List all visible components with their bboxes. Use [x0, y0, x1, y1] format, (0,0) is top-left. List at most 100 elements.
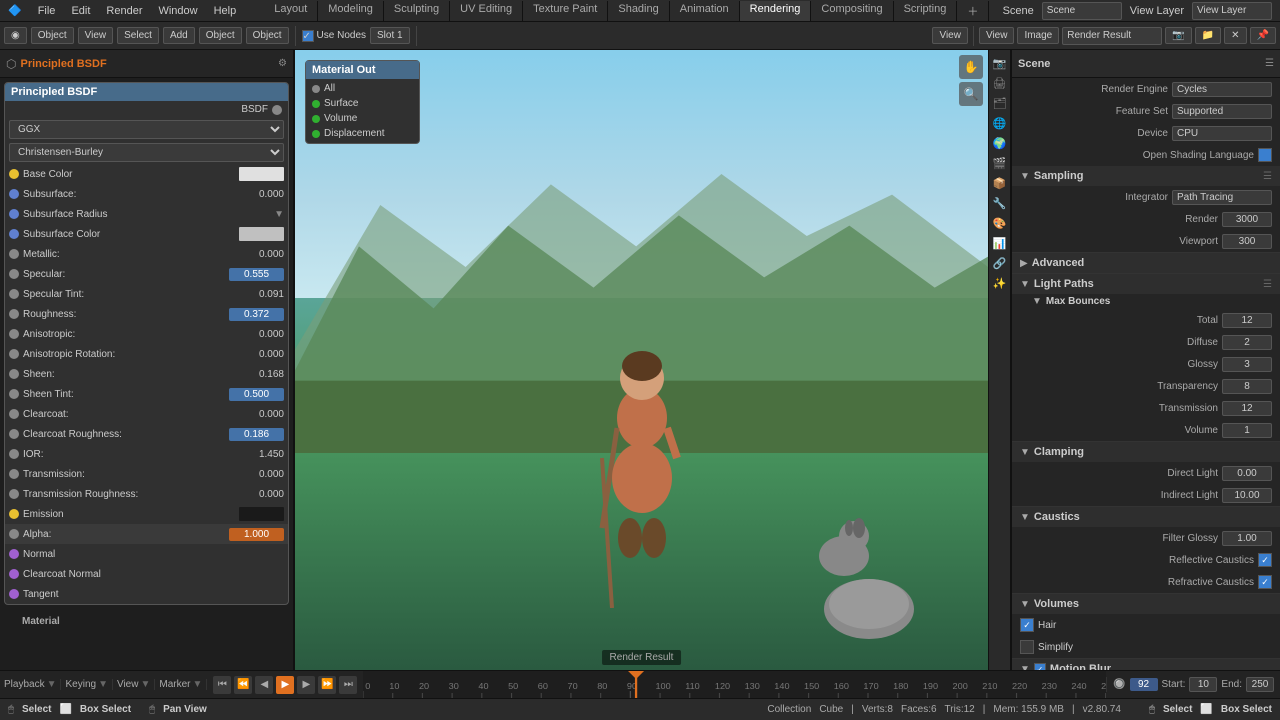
prev-keyframe-btn[interactable]: ⏪	[234, 676, 252, 694]
volume-bounces-value[interactable]: 1	[1222, 423, 1272, 438]
transparency-bounces-value[interactable]: 8	[1222, 379, 1272, 394]
tab-modeling[interactable]: Modeling	[318, 1, 384, 21]
view-dropdown-btn[interactable]: View	[932, 27, 968, 44]
prop-normal[interactable]: Normal	[5, 544, 288, 564]
properties-menu-icon[interactable]: ☰	[1265, 58, 1274, 69]
play-btn[interactable]: ▶	[276, 676, 294, 694]
object-properties-icon[interactable]: 📦	[991, 174, 1009, 192]
tab-shading[interactable]: Shading	[608, 1, 669, 21]
tab-compositing[interactable]: Compositing	[811, 1, 893, 21]
tab-rendering[interactable]: Rendering	[740, 1, 812, 21]
tab-layout[interactable]: Layout	[264, 1, 318, 21]
menu-help[interactable]: Help	[206, 3, 245, 19]
camera-btn[interactable]: 📷	[1165, 27, 1191, 44]
total-bounces-value[interactable]: 12	[1222, 313, 1272, 328]
prop-sheen-tint[interactable]: Sheen Tint: 0.500	[5, 384, 288, 404]
reflective-caustics-checkbox[interactable]: ✓	[1258, 553, 1272, 567]
hair-checkbox[interactable]: ✓	[1020, 618, 1034, 632]
use-nodes-toggle[interactable]: ✓ Use Nodes	[302, 30, 366, 42]
marker-label[interactable]: Marker	[159, 679, 190, 690]
render-samples-value[interactable]: 3000	[1222, 212, 1272, 227]
direct-light-value[interactable]: 0.00	[1222, 466, 1272, 481]
prop-sheen[interactable]: Sheen: 0.168	[5, 364, 288, 384]
prop-metallic[interactable]: Metallic: 0.000	[5, 244, 288, 264]
timeline-view-label[interactable]: View	[117, 679, 139, 690]
view-btn2[interactable]: View	[979, 27, 1015, 44]
simplify-checkbox[interactable]	[1020, 640, 1034, 654]
menu-edit[interactable]: Edit	[63, 3, 98, 19]
glossy-bounces-value[interactable]: 3	[1222, 357, 1272, 372]
filter-glossy-value[interactable]: 1.00	[1222, 531, 1272, 546]
prop-transmission[interactable]: Transmission: 0.000	[5, 464, 288, 484]
diffuse-bounces-value[interactable]: 2	[1222, 335, 1272, 350]
transmission-bounces-value[interactable]: 12	[1222, 401, 1272, 416]
prop-emission[interactable]: Emission	[5, 504, 288, 524]
roughness-slider[interactable]: 0.372	[229, 308, 284, 321]
sheen-tint-slider[interactable]: 0.500	[229, 388, 284, 401]
current-frame-display[interactable]: 92	[1130, 678, 1158, 691]
prop-ior[interactable]: IOR: 1.450	[5, 444, 288, 464]
use-nodes-checkbox[interactable]: ✓	[302, 30, 314, 42]
prev-frame-btn[interactable]: ◀	[255, 676, 273, 694]
image-btn[interactable]: Image	[1017, 27, 1059, 44]
data-properties-icon[interactable]: 📊	[991, 234, 1009, 252]
tab-scripting[interactable]: Scripting	[894, 1, 958, 21]
tab-add[interactable]: ＋	[957, 1, 989, 21]
clamping-header[interactable]: ▼ Clamping	[1012, 442, 1280, 462]
render-properties-icon[interactable]: 🎬	[991, 154, 1009, 172]
playback-label[interactable]: Playback	[4, 679, 45, 690]
osl-checkbox[interactable]	[1258, 148, 1272, 162]
volumes-header[interactable]: ▼ Volumes	[1012, 594, 1280, 614]
next-frame-btn[interactable]: ▶	[297, 676, 315, 694]
refractive-caustics-checkbox[interactable]: ✓	[1258, 575, 1272, 589]
end-frame-value[interactable]: 250	[1246, 677, 1274, 692]
pin-btn[interactable]: 📌	[1250, 27, 1276, 44]
node-btn[interactable]: Object	[246, 27, 289, 44]
viewport-hand-icon[interactable]: ✋	[959, 55, 983, 79]
object-mode-dropdown[interactable]: Object	[31, 27, 74, 44]
prop-clearcoat-normal[interactable]: Clearcoat Normal	[5, 564, 288, 584]
menu-file[interactable]: File	[30, 3, 64, 19]
subsurface-dropdown[interactable]: Christensen-Burley Random Walk	[9, 143, 284, 162]
menu-blender[interactable]: 🔷	[0, 2, 30, 19]
next-keyframe-btn[interactable]: ⏩	[318, 676, 336, 694]
frame-counter-icon[interactable]: 🔘	[1113, 679, 1125, 690]
integrator-dropdown[interactable]: Path Tracing	[1172, 190, 1272, 205]
prop-clearcoat[interactable]: Clearcoat: 0.000	[5, 404, 288, 424]
device-dropdown[interactable]: CPU	[1172, 126, 1272, 141]
menu-window[interactable]: Window	[150, 3, 205, 19]
view-layer-icon[interactable]: 🗂	[991, 94, 1009, 112]
render-engine-dropdown[interactable]: Cycles	[1172, 82, 1272, 97]
feature-set-dropdown[interactable]: Supported	[1172, 104, 1272, 119]
scene-selector[interactable]: Scene	[1042, 2, 1122, 20]
motion-blur-header[interactable]: ▼ ✓ Motion Blur	[1012, 659, 1280, 670]
view-layer-selector[interactable]: View Layer	[1192, 2, 1272, 20]
folder-btn[interactable]: 📁	[1195, 27, 1221, 44]
advanced-header[interactable]: ▶ Advanced	[1012, 253, 1280, 273]
motion-blur-checkbox[interactable]: ✓	[1034, 663, 1046, 670]
render-icon[interactable]: 📷	[991, 54, 1009, 72]
prop-transmission-roughness[interactable]: Transmission Roughness: 0.000	[5, 484, 288, 504]
base-color-preview[interactable]	[239, 167, 284, 181]
light-paths-header[interactable]: ▼ Light Paths ☰	[1012, 274, 1280, 294]
viewport-samples-value[interactable]: 300	[1222, 234, 1272, 249]
scene-properties-icon[interactable]: 🌐	[991, 114, 1009, 132]
timeline-ruler[interactable]: 0 10 20 30 40 50 60 70 80 90	[363, 671, 1106, 699]
tab-sculpting[interactable]: Sculpting	[384, 1, 450, 21]
jump-end-btn[interactable]: ⏭	[339, 676, 357, 694]
mode-icon-btn[interactable]: ◉	[4, 27, 27, 44]
clearcoat-roughness-slider[interactable]: 0.186	[229, 428, 284, 441]
world-properties-icon[interactable]: 🌍	[991, 134, 1009, 152]
view-btn[interactable]: View	[78, 27, 114, 44]
prop-tangent[interactable]: Tangent	[5, 584, 288, 604]
menu-render[interactable]: Render	[98, 3, 150, 19]
prop-subsurface-color[interactable]: Subsurface Color	[5, 224, 288, 244]
viewport-zoom-icon[interactable]: 🔍	[959, 82, 983, 106]
alpha-slider[interactable]: 1.000	[229, 528, 284, 541]
prop-subsurface-radius[interactable]: Subsurface Radius ▼	[5, 204, 288, 224]
tab-uv-editing[interactable]: UV Editing	[450, 1, 523, 21]
prop-subsurface[interactable]: Subsurface: 0.000	[5, 184, 288, 204]
modifier-properties-icon[interactable]: 🔧	[991, 194, 1009, 212]
slot-dropdown[interactable]: Slot 1	[370, 27, 410, 44]
particle-icon[interactable]: ✨	[991, 274, 1009, 292]
